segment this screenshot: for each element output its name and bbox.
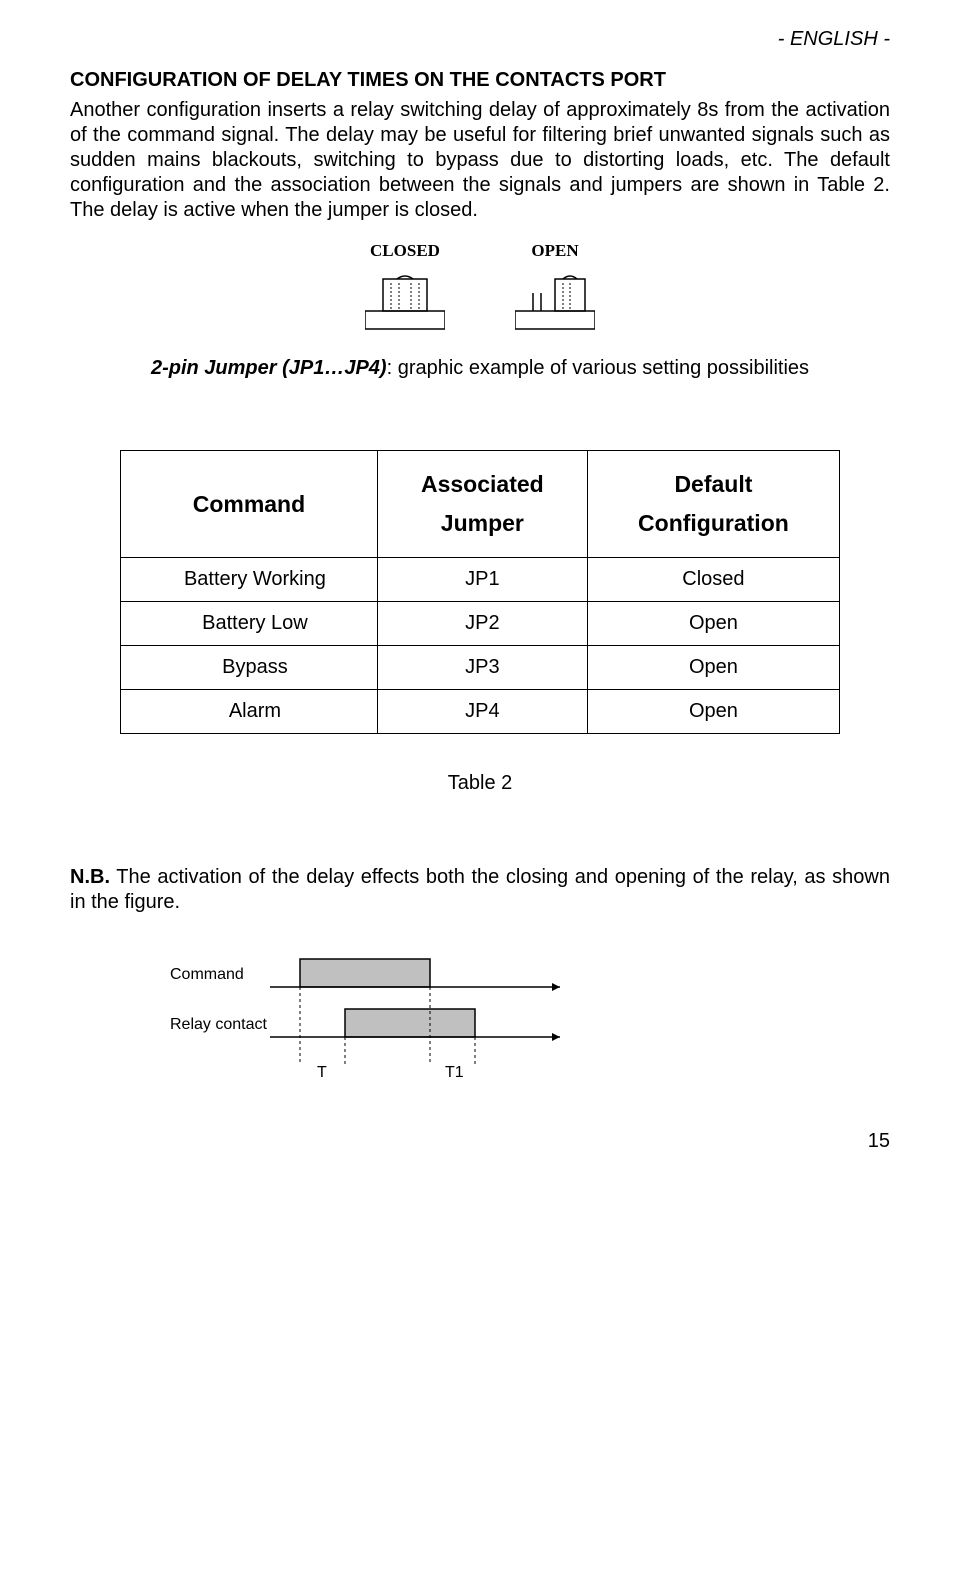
cell-command: Bypass <box>121 646 378 690</box>
timing-t-label: T <box>317 1064 327 1081</box>
jumper-open-svg <box>515 271 595 331</box>
timing-t1-label: T1 <box>445 1064 464 1081</box>
cell-jumper: JP4 <box>377 690 587 734</box>
th-command: Command <box>121 451 378 558</box>
jumper-closed-diagram: CLOSED <box>365 241 445 331</box>
caption-bold: 2-pin Jumper (JP1…JP4) <box>151 357 387 379</box>
th-default: Default Configuration <box>587 451 839 558</box>
cell-config: Open <box>587 646 839 690</box>
closed-label: CLOSED <box>370 241 440 261</box>
jumper-caption: 2-pin Jumper (JP1…JP4): graphic example … <box>70 357 890 380</box>
cell-command: Alarm <box>121 690 378 734</box>
config-table: Command Associated Jumper Default Config… <box>120 450 840 734</box>
timing-command-label: Command <box>170 966 244 983</box>
section-title: CONFIGURATION OF DELAY TIMES ON THE CONT… <box>70 69 890 92</box>
jumper-closed-svg <box>365 271 445 331</box>
table-caption: Table 2 <box>70 772 890 795</box>
cell-jumper: JP1 <box>377 558 587 602</box>
nb-text: The activation of the delay effects both… <box>70 866 890 913</box>
table-row: Battery Low JP2 Open <box>121 602 840 646</box>
cell-command: Battery Low <box>121 602 378 646</box>
nb-bold: N.B. <box>70 866 110 888</box>
th-associated: Associated Jumper <box>377 451 587 558</box>
header-language: - ENGLISH - <box>70 28 890 51</box>
cell-jumper: JP2 <box>377 602 587 646</box>
nb-paragraph: N.B. The activation of the delay effects… <box>70 865 890 915</box>
section-paragraph: Another configuration inserts a relay sw… <box>70 98 890 223</box>
timing-svg: Command Relay contact T T1 <box>170 955 600 1085</box>
caption-rest: : graphic example of various setting pos… <box>387 357 809 379</box>
table-row: Battery Working JP1 Closed <box>121 558 840 602</box>
open-label: OPEN <box>531 241 578 261</box>
jumper-diagrams: CLOSED OPEN <box>70 241 890 331</box>
cell-config: Closed <box>587 558 839 602</box>
cell-config: Open <box>587 602 839 646</box>
timing-diagram: Command Relay contact T T1 <box>170 955 890 1090</box>
timing-relay-label: Relay contact <box>170 1016 267 1033</box>
page-number: 15 <box>70 1130 890 1153</box>
table-row: Alarm JP4 Open <box>121 690 840 734</box>
cell-command: Battery Working <box>121 558 378 602</box>
cell-config: Open <box>587 690 839 734</box>
jumper-open-diagram: OPEN <box>515 241 595 331</box>
cell-jumper: JP3 <box>377 646 587 690</box>
table-row: Bypass JP3 Open <box>121 646 840 690</box>
